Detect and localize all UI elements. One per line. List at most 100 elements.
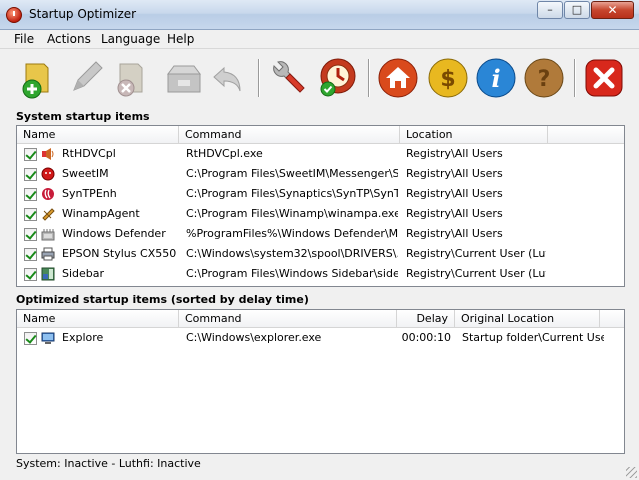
item-location: Registry\All Users [406,227,503,240]
column-delay[interactable]: Delay [397,310,455,328]
toolbar-separator [258,59,260,97]
item-name: Windows Defender [62,227,166,240]
column-name[interactable]: Name [17,310,179,328]
item-command: %ProgramFiles%\Windows Defender\MS... [186,227,398,240]
toolbar-separator [574,59,576,97]
svg-text:i: i [491,64,500,93]
restore-icon [167,65,201,93]
menu-actions[interactable]: Actions [47,32,91,46]
delete-icon [117,63,143,97]
enable-checkbox[interactable] [24,268,37,281]
enable-checkbox[interactable] [24,168,37,181]
speaker-icon [42,148,54,160]
item-name: Explore [62,331,104,344]
home-icon [378,58,418,98]
sweetim-icon [41,167,55,181]
minimize-icon: – [547,3,553,16]
table-row[interactable]: RtHDVCpl RtHDVCpl.exe Registry\All Users [17,144,624,164]
window-title: Startup Optimizer [29,7,137,21]
printer-icon [41,247,55,261]
minimize-button[interactable]: – [537,1,563,19]
undo-icon [213,66,241,92]
resize-grip[interactable] [626,467,637,478]
exit-button[interactable] [582,56,626,100]
help-icon: ? [524,58,564,98]
item-name: SweetIM [62,167,109,180]
info-button[interactable]: i [474,56,518,100]
delete-item-button[interactable] [108,56,152,100]
explorer-icon [41,332,55,344]
sidebar-icon [41,267,55,281]
item-name: EPSON Stylus CX550... [62,247,177,260]
enable-checkbox[interactable] [24,148,37,161]
status-bar: System: Inactive - Luthfi: Inactive [16,457,201,470]
maximize-icon: □ [571,3,583,16]
menu-file[interactable]: File [14,32,34,46]
item-command: C:\Program Files\SweetIM\Messenger\S... [186,167,398,180]
table-row[interactable]: WinampAgent C:\Program Files\Winamp\wina… [17,204,624,224]
undo-button[interactable] [208,56,252,100]
svg-text:$: $ [440,67,455,92]
enable-checkbox[interactable] [24,248,37,261]
item-name: WinampAgent [62,207,140,220]
help-button[interactable]: ? [522,56,566,100]
title-bar[interactable]: Startup Optimizer – □ ✕ [0,0,639,30]
column-location[interactable]: Location [400,126,548,144]
item-name: RtHDVCpl [62,147,116,160]
item-location: Registry\Current User (Luthfi) [406,247,546,260]
add-item-button[interactable] [16,56,60,100]
item-name: SynTPEnh [62,187,117,200]
menu-help[interactable]: Help [167,32,194,46]
donate-button[interactable]: $ [426,56,470,100]
table-row[interactable]: EPSON Stylus CX550... C:\Windows\system3… [17,244,624,264]
enable-checkbox[interactable] [24,332,37,345]
item-command: C:\Program Files\Windows Sidebar\sideb..… [186,267,398,280]
table-row[interactable]: SweetIM C:\Program Files\SweetIM\Messeng… [17,164,624,184]
app-icon [6,7,22,23]
column-command[interactable]: Command [179,310,397,328]
winamp-icon [42,208,55,221]
window-controls: – □ ✕ [536,1,634,19]
svg-text:?: ? [538,67,551,92]
settings-button[interactable] [266,56,310,100]
system-startup-list[interactable]: Name Command Location RtHDVCpl RtHDVCpl.… [16,125,625,287]
item-delay: 00:00:10 [401,331,451,344]
donate-icon: $ [428,58,468,98]
column-original-location[interactable]: Original Location [455,310,600,328]
item-command: C:\Windows\system32\spool\DRIVERS\... [186,247,398,260]
table-row[interactable]: SynTPEnh C:\Program Files\Synaptics\SynT… [17,184,624,204]
main-panel: System startup items Name Command Locati… [0,107,639,480]
edit-icon [73,61,103,91]
synaptics-icon [42,188,54,200]
home-button[interactable] [376,56,420,100]
item-command: C:\Program Files\Winamp\winampa.exe [186,207,398,220]
table-row[interactable]: Windows Defender %ProgramFiles%\Windows … [17,224,624,244]
enable-checkbox[interactable] [24,228,37,241]
restore-item-button[interactable] [162,56,206,100]
optimize-icon [320,58,356,97]
maximize-button[interactable]: □ [564,1,590,19]
exit-icon [585,59,623,97]
item-location: Registry\All Users [406,207,503,220]
add-icon [22,63,49,99]
item-name: Sidebar [62,267,105,280]
close-button[interactable]: ✕ [591,1,634,19]
edit-item-button[interactable] [64,56,108,100]
optimize-button[interactable] [316,56,360,100]
menu-language[interactable]: Language [101,32,160,46]
item-command: C:\Program Files\Synaptics\SynTP\SynT... [186,187,398,200]
table-row[interactable]: Explore C:\Windows\explorer.exe 00:00:10… [17,328,624,348]
defender-icon [41,229,55,241]
item-command: C:\Windows\explorer.exe [186,331,322,344]
optimized-startup-list[interactable]: Name Command Delay Original Location Exp… [16,309,625,454]
column-command[interactable]: Command [179,126,400,144]
optimized-section-title: Optimized startup items (sorted by delay… [16,293,309,306]
item-location: Registry\All Users [406,147,503,160]
table-row[interactable]: Sidebar C:\Program Files\Windows Sidebar… [17,264,624,284]
item-command: RtHDVCpl.exe [186,147,263,160]
menu-bar: File Actions Language Help [0,30,639,49]
enable-checkbox[interactable] [24,188,37,201]
list-header: Name Command Delay Original Location [17,310,624,328]
column-name[interactable]: Name [17,126,179,144]
enable-checkbox[interactable] [24,208,37,221]
